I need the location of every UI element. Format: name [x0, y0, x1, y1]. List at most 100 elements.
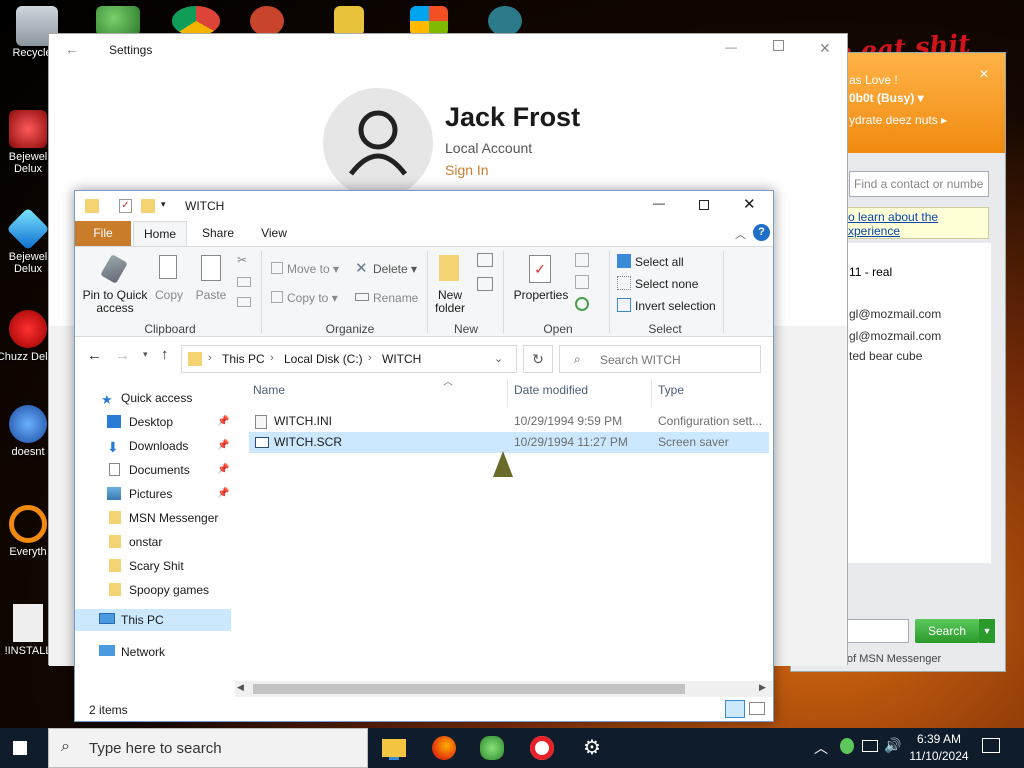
recent-locations-icon[interactable]: ▾ [143, 349, 148, 360]
msn-banner-link[interactable]: o learn about the [848, 210, 938, 224]
scroll-left-icon[interactable]: ◀ [237, 682, 244, 693]
nav-downloads[interactable]: ⬇ Downloads 📌 [75, 435, 231, 457]
breadcrumb-local-disk[interactable]: Local Disk (C:) [284, 352, 363, 366]
msn-contact[interactable]: gl@mozmail.com [849, 329, 941, 343]
app-icon-5[interactable] [410, 6, 448, 36]
select-all-button[interactable]: Select all [635, 255, 684, 269]
tab-view[interactable]: View [251, 221, 297, 246]
network-tray-icon[interactable] [862, 740, 878, 752]
help-icon[interactable]: ? [753, 224, 770, 241]
up-arrow-icon[interactable]: ↑ [161, 346, 169, 363]
nav-quick-access[interactable]: ★ Quick access [75, 387, 231, 409]
msn-web-search-input[interactable] [843, 619, 909, 643]
nav-desktop[interactable]: Desktop 📌 [75, 411, 231, 433]
msn-banner-link[interactable]: xperience [848, 224, 900, 238]
chevron-up-icon[interactable]: ︿ [814, 738, 828, 758]
pin-icon[interactable]: 📌 [217, 459, 229, 481]
msn-personal-message[interactable]: ydrate deez nuts ▸ [849, 113, 947, 127]
record-icon[interactable] [530, 736, 554, 760]
app-icon-3[interactable] [250, 6, 284, 36]
minimize-icon[interactable]: — [725, 40, 737, 54]
pin-icon[interactable]: 📌 [217, 411, 229, 433]
tab-file[interactable]: File [75, 221, 131, 246]
app-icon-4[interactable] [334, 6, 364, 36]
windows-start-icon[interactable] [12, 740, 28, 756]
refresh-icon[interactable]: ↻ [523, 345, 553, 373]
nav-onstar[interactable]: onstar [75, 531, 231, 553]
cut-icon[interactable]: ✂ [237, 253, 247, 267]
pin-to-quick-access-button[interactable]: Pin to Quick access [81, 289, 149, 315]
clock-time[interactable]: 6:39 AM [904, 732, 974, 746]
chevron-down-icon[interactable]: ⌄ [494, 352, 503, 365]
edit-icon[interactable] [575, 275, 589, 289]
notification-icon[interactable] [982, 738, 1000, 753]
msn-messenger-taskbar-icon[interactable] [480, 736, 504, 760]
table-row[interactable]: WITCH.INI 10/29/1994 9:59 PM Configurati… [249, 411, 769, 432]
address-bar[interactable]: › This PC › Local Disk (C:) › WITCH ⌄ [181, 345, 517, 373]
nav-network[interactable]: Network [75, 641, 231, 663]
maximize-icon[interactable] [699, 200, 709, 210]
column-header-name[interactable]: Name [253, 383, 285, 397]
new-item-icon[interactable] [477, 253, 493, 267]
sign-in-link[interactable]: Sign In [445, 162, 489, 178]
new-folder-qa-icon[interactable] [141, 199, 155, 213]
file-explorer-taskbar-icon[interactable] [382, 739, 406, 757]
large-icons-view-icon[interactable] [749, 702, 765, 715]
file-explorer-window[interactable]: ✓ ▾ WITCH — ✕ File Home Share View ︿ ? P… [74, 190, 774, 722]
new-folder-button[interactable]: New folder [431, 289, 469, 315]
column-header-type[interactable]: Type [658, 383, 684, 397]
back-arrow-icon[interactable]: ← [65, 41, 79, 57]
back-arrow-icon[interactable]: ← [87, 347, 102, 364]
scrollbar-thumb[interactable] [253, 684, 685, 694]
paste-shortcut-icon[interactable] [237, 297, 251, 307]
copy-to-button[interactable]: Copy to ▾ [287, 291, 338, 305]
delete-button[interactable]: Delete ▾ [373, 262, 417, 276]
search-input[interactable]: ⌕ Search WITCH [559, 345, 761, 373]
app-icon-6[interactable] [488, 6, 522, 36]
msn-close-icon[interactable]: ✕ [979, 67, 989, 81]
msn-people-icon[interactable] [96, 6, 140, 36]
msn-contact-search[interactable]: Find a contact or numbe [849, 171, 989, 197]
minimize-icon[interactable]: — [653, 196, 665, 210]
nav-scary-shit[interactable]: Scary Shit [75, 555, 231, 577]
breadcrumb-this-pc[interactable]: This PC [222, 352, 265, 366]
chrome-icon[interactable] [172, 6, 220, 36]
move-to-button[interactable]: Move to ▾ [287, 262, 339, 276]
select-none-button[interactable]: Select none [635, 277, 698, 291]
column-header-date[interactable]: Date modified [514, 383, 588, 397]
details-view-icon[interactable] [725, 700, 745, 718]
properties-button[interactable]: Properties [511, 289, 571, 302]
msn-status[interactable]: 0b0t (Busy) ▾ [849, 91, 924, 105]
nav-pictures[interactable]: Pictures 📌 [75, 483, 231, 505]
chevron-down-icon[interactable]: ▼ [979, 619, 995, 643]
msn-contact[interactable]: gl@mozmail.com [849, 307, 941, 321]
paste-button[interactable]: Paste [193, 289, 229, 302]
table-row[interactable]: WITCH.SCR 10/29/1994 11:27 PM Screen sav… [249, 432, 769, 453]
breadcrumb-witch[interactable]: WITCH [382, 352, 421, 366]
msn-contact[interactable]: ted bear cube [849, 349, 922, 363]
msn-search-button[interactable]: Search [915, 619, 979, 643]
copy-path-icon[interactable] [237, 277, 251, 287]
horizontal-scrollbar[interactable]: ◀ ▶ [235, 681, 773, 697]
easy-access-icon[interactable] [477, 277, 493, 291]
nav-msn-messenger[interactable]: MSN Messenger [75, 507, 231, 529]
maximize-icon[interactable] [773, 40, 784, 51]
clock-date[interactable]: 11/10/2024 [904, 749, 974, 763]
close-icon[interactable]: ✕ [743, 195, 756, 213]
gear-icon[interactable]: ⚙ [580, 736, 604, 760]
rename-button[interactable]: Rename [373, 291, 418, 305]
tab-share[interactable]: Share [193, 221, 243, 246]
close-icon[interactable]: ✕ [819, 40, 831, 57]
firefox-icon[interactable] [432, 736, 456, 760]
volume-icon[interactable]: 🔊 [884, 737, 901, 754]
pin-icon[interactable]: 📌 [217, 435, 229, 457]
msn-tray-icon[interactable] [840, 738, 854, 754]
history-icon[interactable] [575, 297, 589, 311]
invert-selection-button[interactable]: Invert selection [635, 299, 716, 313]
nav-this-pc[interactable]: This PC [75, 609, 231, 631]
collapse-ribbon-icon[interactable]: ︿ [735, 226, 746, 242]
msn-contact[interactable]: 11 - real [849, 265, 892, 279]
qa-dropdown-icon[interactable]: ▾ [161, 199, 166, 210]
copy-button[interactable]: Copy [153, 289, 185, 302]
tab-home[interactable]: Home [133, 221, 187, 246]
